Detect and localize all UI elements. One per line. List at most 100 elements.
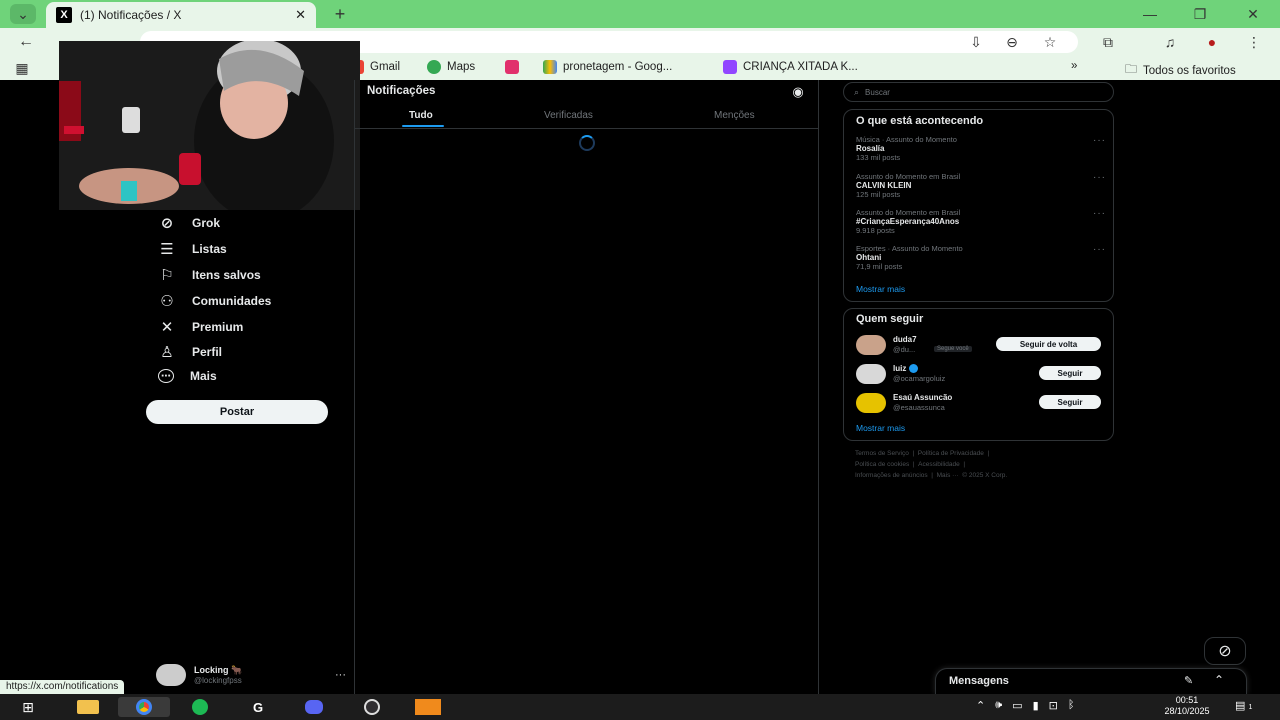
footer-separator: | (912, 461, 915, 468)
nav-listas[interactable]: ☰ Listas (158, 240, 226, 258)
profile-avatar-icon: ● (1207, 34, 1217, 50)
taskbar-ghub[interactable]: G (244, 697, 272, 717)
new-tab-button[interactable]: + (330, 4, 350, 24)
tray-expand-icon[interactable]: ⌃ (976, 699, 985, 712)
usb-icon[interactable]: ▮ (1033, 699, 1039, 712)
footer-link[interactable]: Termos de Serviço (855, 450, 909, 457)
taskbar-spotify[interactable] (186, 697, 214, 717)
tabs-divider (355, 128, 818, 129)
more-dots-icon[interactable]: ··· (1093, 244, 1106, 255)
follow-suggestion[interactable]: duda7 @du... Segue você Seguir de volta (856, 335, 1106, 357)
nav-mais[interactable]: ⋯ Mais (158, 369, 217, 383)
trend-item[interactable]: Música · Assunto do Momento Rosalía 133 … (856, 135, 1106, 162)
nav-perfil[interactable]: ♙ Perfil (158, 343, 222, 361)
bookmark-instagram[interactable] (505, 60, 519, 74)
footer-link[interactable]: Política de Privacidade (918, 450, 984, 457)
more-dots-icon[interactable]: ··· (1093, 208, 1106, 219)
notification-icon: ▤ (1235, 700, 1246, 712)
extensions-button[interactable]: ⧉ (1098, 32, 1118, 52)
follow-handle: @du... (893, 345, 916, 354)
footer-link[interactable]: Acessibilidade (918, 461, 960, 468)
more-dots-icon[interactable]: ··· (1093, 135, 1106, 146)
nav-comunidades[interactable]: ⚇ Comunidades (158, 292, 271, 310)
restore-button[interactable]: ❐ (1190, 4, 1210, 24)
bookmark-drive[interactable]: pronetagem - Goog... (543, 60, 672, 74)
bookmark-maps[interactable]: Maps (427, 60, 475, 74)
close-window-button[interactable]: ✕ (1243, 4, 1263, 24)
footer-separator: | (987, 450, 990, 457)
more-bookmarks-button[interactable]: » (1071, 60, 1077, 72)
trends-show-more-link[interactable]: Mostrar mais (856, 284, 905, 294)
new-message-icon[interactable]: ✎ (1184, 674, 1193, 687)
notifications-button[interactable]: ▤ 1 (1235, 699, 1252, 712)
back-button[interactable]: ← (16, 32, 36, 52)
folder-icon (77, 700, 99, 714)
tab-mencoes[interactable]: Menções (714, 110, 755, 121)
taskbar-explorer[interactable] (74, 697, 102, 717)
follow-suggestion[interactable]: luiz @ocamargoluiz Seguir (856, 364, 1106, 386)
bookmark-twitch[interactable]: CRIANÇA XITADA K... (723, 60, 858, 74)
search-placeholder: Buscar (865, 87, 890, 97)
network-icon[interactable]: ⊡ (1049, 699, 1058, 712)
footer-separator: | (963, 461, 966, 468)
volume-icon[interactable]: 🕪 (995, 699, 1002, 712)
tab-strip: ⌄ X (1) Notificações / X ✕ + — ❐ ✕ (0, 0, 1280, 28)
avatar (856, 364, 886, 384)
post-button[interactable]: Postar (146, 400, 328, 424)
tab-verificadas[interactable]: Verificadas (544, 110, 593, 121)
taskbar-obs[interactable] (358, 697, 386, 717)
minimize-button[interactable]: — (1140, 4, 1160, 24)
follow-suggestion[interactable]: Esaú Assuncão @esauassunca Seguir (856, 393, 1106, 415)
profile-button[interactable]: ● (1202, 32, 1222, 52)
taskbar-discord[interactable] (300, 697, 328, 717)
follow-button[interactable]: Seguir (1039, 366, 1101, 380)
puzzle-icon: ⧉ (1103, 33, 1113, 50)
nav-premium[interactable]: ✕ Premium (158, 318, 244, 336)
more-dots-icon[interactable]: ··· (1093, 172, 1106, 183)
bookmark-star-button[interactable]: ☆ (1040, 32, 1060, 52)
nav-itens-salvos[interactable]: ⚐ Itens salvos (158, 266, 260, 284)
all-bookmarks-button[interactable]: 🗀 Todos os favoritos (1125, 60, 1236, 81)
clock[interactable]: 00:51 28/10/2025 (1142, 695, 1232, 717)
grok-floating-button[interactable]: ⊘ (1204, 637, 1246, 665)
search-icon: ⌕ (854, 86, 860, 97)
search-input[interactable]: ⌕ Buscar (843, 82, 1114, 102)
follow-back-button[interactable]: Seguir de volta (996, 337, 1101, 351)
trend-item[interactable]: Esportes · Assunto do Momento Ohtani 71,… (856, 244, 1106, 271)
footer-link[interactable]: Política de cookies (855, 461, 909, 468)
display-icon[interactable]: ▭ (1012, 699, 1022, 712)
zoom-button[interactable]: ⊖ (1002, 32, 1022, 52)
active-tab[interactable]: X (1) Notificações / X ✕ (46, 2, 316, 28)
windows-icon: ⊞ (22, 698, 34, 715)
follow-title: Quem seguir (856, 313, 924, 325)
nav-grok[interactable]: ⊘ Grok (158, 214, 220, 232)
footer-link[interactable]: Mais ··· (937, 472, 959, 479)
x-logo-icon: ✕ (160, 319, 174, 336)
messages-drawer[interactable]: Mensagens ✎ ⌃ (935, 668, 1247, 694)
follow-button[interactable]: Seguir (1039, 395, 1101, 409)
footer-link[interactable]: Informações de anúncios (855, 472, 928, 479)
trend-item[interactable]: Assunto do Momento em Brasil CALVIN KLEI… (856, 172, 1106, 199)
media-button[interactable]: ♫ (1160, 32, 1180, 52)
chrome-icon (136, 699, 152, 715)
bluetooth-icon[interactable]: ᛒ (1068, 699, 1075, 712)
tab-search-button[interactable]: ⌄ (10, 4, 36, 24)
follow-show-more-link[interactable]: Mostrar mais (856, 423, 905, 433)
plus-icon: + (334, 3, 346, 24)
account-name: Locking 🐂 (194, 665, 243, 675)
account-avatar (156, 664, 186, 686)
taskbar-chrome[interactable] (118, 697, 170, 717)
close-tab-icon[interactable]: ✕ (295, 7, 306, 23)
account-switcher[interactable]: Locking 🐂 @lockingfpss ··· (156, 663, 346, 687)
start-button[interactable]: ⊞ (14, 697, 42, 717)
menu-button[interactable]: ⋮ (1244, 32, 1264, 52)
notification-settings-button[interactable]: ◉ (788, 82, 808, 102)
tab-tudo[interactable]: Tudo (409, 110, 433, 121)
trend-item[interactable]: Assunto do Momento em Brasil #CriançaEsp… (856, 208, 1106, 235)
apps-button[interactable]: ▦ (12, 58, 32, 78)
taskbar-app[interactable] (414, 697, 442, 717)
expand-icon[interactable]: ⌃ (1214, 673, 1224, 687)
close-icon: ✕ (1247, 5, 1259, 22)
trend-count: 133 mil posts (856, 153, 901, 162)
install-app-button[interactable]: ⇩ (966, 32, 986, 52)
